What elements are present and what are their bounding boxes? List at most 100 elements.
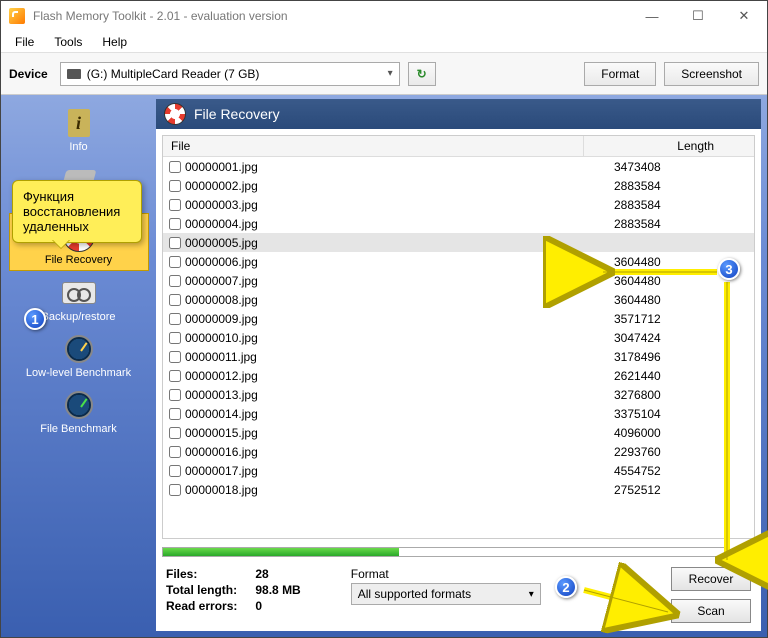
titlebar: Flash Memory Toolkit - 2.01 - evaluation… [1,1,767,31]
file-length: 2752512 [584,483,754,497]
row-checkbox[interactable] [169,370,181,382]
table-row[interactable]: 00000006.jpg3604480 [163,252,754,271]
sidebar-item-label: File Benchmark [40,423,116,435]
table-row[interactable]: 00000005.jpg [163,233,754,252]
lifebuoy-icon [164,103,186,125]
badge-2: 2 [555,576,577,598]
action-buttons: Recover Scan [671,567,751,623]
device-value: (G:) MultipleCard Reader (7 GB) [87,67,260,81]
toolbar: Device (G:) MultipleCard Reader (7 GB) ▾… [1,53,767,95]
sidebar-item-low-level-benchmark[interactable]: Low-level Benchmark [9,327,149,383]
table-row[interactable]: 00000017.jpg4554752 [163,461,754,480]
recover-button[interactable]: Recover [671,567,751,591]
file-length: 3473408 [584,160,754,174]
table-row[interactable]: 00000002.jpg2883584 [163,176,754,195]
device-label: Device [9,67,48,81]
stats-grid: Files: 28 Total length: 98.8 MB Read err… [166,567,301,613]
file-length: 3178496 [584,350,754,364]
column-length[interactable]: Length [584,136,754,156]
file-length: 3375104 [584,407,754,421]
body-area: i Info Eraser File Recovery Backup/resto… [1,95,767,637]
file-length: 4096000 [584,426,754,440]
list-body[interactable]: 00000001.jpg347340800000002.jpg288358400… [163,157,754,538]
row-checkbox[interactable] [169,256,181,268]
row-checkbox[interactable] [169,161,181,173]
file-length: 2883584 [584,198,754,212]
file-length: 3604480 [584,293,754,307]
format-button[interactable]: Format [584,62,656,86]
close-button[interactable]: ✕ [721,1,767,31]
info-icon: i [68,109,90,137]
table-row[interactable]: 00000014.jpg3375104 [163,404,754,423]
file-name: 00000007.jpg [185,274,584,288]
file-length: 3276800 [584,388,754,402]
row-checkbox[interactable] [169,199,181,211]
refresh-icon: ↻ [417,67,427,81]
table-row[interactable]: 00000004.jpg2883584 [163,214,754,233]
scan-button[interactable]: Scan [671,599,751,623]
maximize-button[interactable]: ☐ [675,1,721,31]
sidebar-item-info[interactable]: i Info [9,101,149,157]
device-select[interactable]: (G:) MultipleCard Reader (7 GB) ▾ [60,62,400,86]
row-checkbox[interactable] [169,465,181,477]
file-name: 00000009.jpg [185,312,584,326]
row-checkbox[interactable] [169,237,181,249]
errors-value: 0 [255,599,300,613]
format-column: Format All supported formats ▾ [351,567,541,605]
row-checkbox[interactable] [169,294,181,306]
table-row[interactable]: 00000018.jpg2752512 [163,480,754,499]
files-value: 28 [255,567,300,581]
table-row[interactable]: 00000013.jpg3276800 [163,385,754,404]
bottom-panel: Files: 28 Total length: 98.8 MB Read err… [156,561,761,631]
file-name: 00000001.jpg [185,160,584,174]
file-name: 00000008.jpg [185,293,584,307]
progress-text: .3 % [733,546,755,558]
row-checkbox[interactable] [169,408,181,420]
refresh-button[interactable]: ↻ [408,62,436,86]
row-checkbox[interactable] [169,427,181,439]
file-length: 3047424 [584,331,754,345]
minimize-button[interactable]: — [629,1,675,31]
table-row[interactable]: 00000010.jpg3047424 [163,328,754,347]
row-checkbox[interactable] [169,180,181,192]
table-row[interactable]: 00000015.jpg4096000 [163,423,754,442]
total-value: 98.8 MB [255,583,300,597]
tooltip-callout: Функция восстановления удаленных [12,180,142,243]
menu-file[interactable]: File [5,33,44,51]
row-checkbox[interactable] [169,389,181,401]
errors-label: Read errors: [166,599,237,613]
file-name: 00000005.jpg [185,236,584,250]
app-window: Flash Memory Toolkit - 2.01 - evaluation… [0,0,768,638]
table-row[interactable]: 00000009.jpg3571712 [163,309,754,328]
menubar: File Tools Help [1,31,767,53]
table-row[interactable]: 00000008.jpg3604480 [163,290,754,309]
format-select[interactable]: All supported formats ▾ [351,583,541,605]
menu-help[interactable]: Help [92,33,137,51]
file-length: 4554752 [584,464,754,478]
row-checkbox[interactable] [169,351,181,363]
row-checkbox[interactable] [169,484,181,496]
screenshot-button[interactable]: Screenshot [664,62,759,86]
column-file[interactable]: File [163,136,584,156]
menu-tools[interactable]: Tools [44,33,92,51]
file-name: 00000010.jpg [185,331,584,345]
file-name: 00000003.jpg [185,198,584,212]
sidebar-item-label: Backup/restore [42,311,116,323]
row-checkbox[interactable] [169,218,181,230]
table-row[interactable]: 00000001.jpg3473408 [163,157,754,176]
table-row[interactable]: 00000003.jpg2883584 [163,195,754,214]
row-checkbox[interactable] [169,313,181,325]
table-row[interactable]: 00000007.jpg3604480 [163,271,754,290]
row-checkbox[interactable] [169,332,181,344]
table-row[interactable]: 00000011.jpg3178496 [163,347,754,366]
chevron-down-icon: ▾ [529,589,534,600]
file-name: 00000015.jpg [185,426,584,440]
row-checkbox[interactable] [169,275,181,287]
files-label: Files: [166,567,237,581]
file-name: 00000011.jpg [185,350,584,364]
row-checkbox[interactable] [169,446,181,458]
stopwatch-icon [65,391,93,419]
table-row[interactable]: 00000012.jpg2621440 [163,366,754,385]
sidebar-item-file-benchmark[interactable]: File Benchmark [9,383,149,439]
table-row[interactable]: 00000016.jpg2293760 [163,442,754,461]
